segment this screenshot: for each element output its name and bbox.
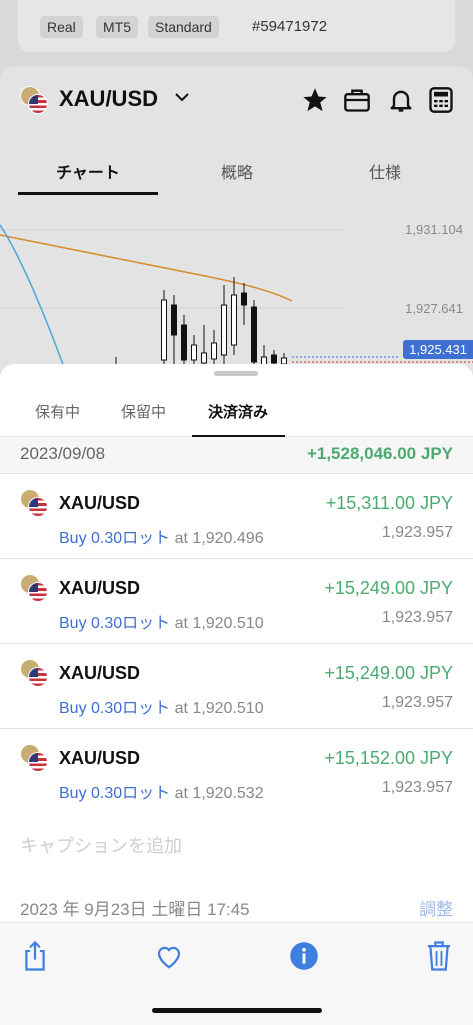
- info-icon[interactable]: [289, 940, 319, 972]
- account-type-badge: Real: [40, 16, 83, 38]
- trade-symbol: XAU/USD: [59, 578, 141, 598]
- trade-description: Buy 0.30ロット at 1,920.496: [59, 524, 264, 548]
- sheet-drag-handle[interactable]: [214, 371, 258, 376]
- xau-usd-flag-icon: [20, 659, 48, 687]
- trade-open-price: at 1,920.532: [174, 785, 264, 802]
- trade-side-volume: Buy 0.30ロット: [59, 530, 171, 547]
- trade-side-volume: Buy 0.30ロット: [59, 785, 171, 802]
- trade-close-price: 1,923.957: [381, 779, 453, 796]
- trade-profit: +15,311.00 JPY: [325, 493, 453, 513]
- trade-open-price: at 1,920.510: [174, 700, 264, 717]
- account-card: Real MT5 Standard #59471972: [18, 0, 455, 52]
- xau-usd-flag-icon: [20, 86, 48, 114]
- trade-profit: +15,152.00 JPY: [324, 748, 453, 768]
- heart-icon[interactable]: [154, 940, 184, 972]
- caption-input[interactable]: キャプションを追加: [20, 832, 182, 858]
- group-total-profit: +1,528,046.00 JPY: [306, 444, 453, 463]
- trade-row[interactable]: XAU/USD +15,311.00 JPY Buy 0.30ロット at 1,…: [0, 473, 473, 558]
- xau-usd-flag-icon: [20, 574, 48, 602]
- group-date: 2023/09/08: [20, 444, 106, 463]
- trade-close-price: 1,923.957: [381, 694, 453, 711]
- account-class-badge: Standard: [148, 16, 219, 38]
- trade-side-volume: Buy 0.30ロット: [59, 700, 171, 717]
- current-price-tag: 1,925.431: [403, 340, 473, 359]
- tab-closed-positions[interactable]: 決済済み: [208, 401, 268, 422]
- price-level-2: 1,927.641: [405, 301, 463, 316]
- trade-profit: +15,249.00 JPY: [324, 663, 453, 683]
- home-indicator: [152, 1008, 322, 1013]
- moving-average-orange: [0, 234, 293, 302]
- star-icon[interactable]: [301, 86, 329, 114]
- photo-timestamp: 2023 年 9月23日 土曜日 17:45: [20, 900, 250, 919]
- trade-description: Buy 0.30ロット at 1,920.510: [59, 609, 264, 633]
- trade-symbol: XAU/USD: [59, 493, 141, 513]
- adjust-button[interactable]: 調整: [419, 895, 453, 920]
- platform-badge: MT5: [96, 16, 138, 38]
- trade-profit: +15,249.00 JPY: [324, 578, 453, 598]
- symbol-selector[interactable]: XAU/USD: [59, 86, 158, 112]
- xau-usd-flag-icon: [20, 489, 48, 517]
- share-icon[interactable]: [20, 940, 50, 972]
- trade-row[interactable]: XAU/USD +15,249.00 JPY Buy 0.30ロット at 1,…: [0, 558, 473, 643]
- trade-description: Buy 0.30ロット at 1,920.510: [59, 694, 264, 718]
- trade-side-volume: Buy 0.30ロット: [59, 615, 171, 632]
- chevron-down-icon[interactable]: [174, 90, 190, 108]
- tab-chart[interactable]: チャート: [18, 159, 158, 183]
- trade-row[interactable]: XAU/USD +15,152.00 JPY Buy 0.30ロット at 1,…: [0, 728, 473, 813]
- xau-usd-flag-icon: [20, 744, 48, 772]
- tab-pending-orders[interactable]: 保留中: [121, 401, 166, 422]
- trade-open-price: at 1,920.496: [174, 530, 264, 547]
- briefcase-icon[interactable]: [343, 86, 371, 114]
- trade-symbol: XAU/USD: [59, 748, 141, 768]
- tab-open-positions[interactable]: 保有中: [35, 401, 80, 422]
- account-number: #59471972: [252, 18, 328, 35]
- trade-close-price: 1,923.957: [381, 609, 453, 626]
- trade-description: Buy 0.30ロット at 1,920.532: [59, 779, 264, 803]
- trade-symbol: XAU/USD: [59, 663, 141, 683]
- candlesticks: [115, 277, 287, 367]
- bell-icon[interactable]: [387, 86, 415, 114]
- trade-close-price: 1,923.957: [381, 524, 453, 541]
- tab-specifications[interactable]: 仕様: [315, 159, 455, 183]
- trade-open-price: at 1,920.510: [174, 615, 264, 632]
- price-chart[interactable]: [0, 195, 473, 375]
- trash-icon[interactable]: [424, 940, 454, 972]
- price-level-1: 1,931.104: [405, 222, 463, 237]
- calculator-icon[interactable]: [427, 86, 455, 114]
- trade-row[interactable]: XAU/USD +15,249.00 JPY Buy 0.30ロット at 1,…: [0, 643, 473, 728]
- tab-overview[interactable]: 概略: [167, 159, 307, 183]
